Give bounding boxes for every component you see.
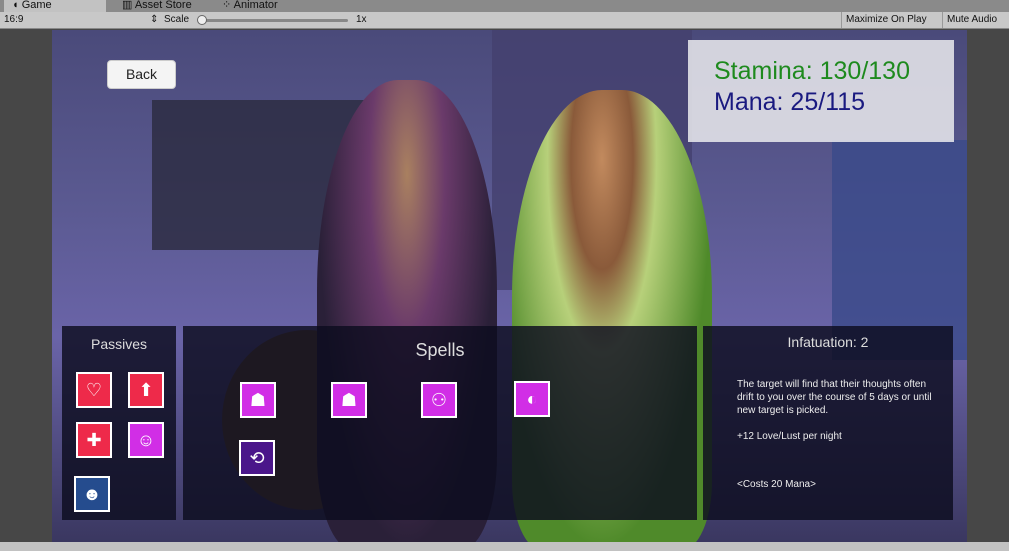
game-view: Stamina: 130/130 Mana: 25/115 Back Passi… (52, 30, 967, 542)
swap-people-icon[interactable]: ⟲ (239, 440, 275, 476)
arrow-up-icon[interactable]: ⬆ (128, 372, 164, 408)
spell-description: The target will find that their thoughts… (737, 379, 932, 416)
tab-game[interactable]: ◖ Game (4, 0, 106, 12)
couple-icon[interactable]: ⚇ (421, 382, 457, 418)
passives-panel: Passives ♡ ⬆ ✚ ☺ ☻ (62, 326, 176, 520)
love-person-icon[interactable]: ☗ (331, 382, 367, 418)
tab-animator[interactable]: ⁘ Animator (214, 0, 286, 12)
tab-asset-store[interactable]: ▥ Asset Store (114, 0, 200, 12)
editor-bottom-bar (0, 542, 1009, 551)
spells-panel: Spells ☗ ☗ ⚇ ◐ ⟲ (183, 326, 697, 520)
tab-label: Game (21, 0, 52, 11)
stats-box: Stamina: 130/130 Mana: 25/115 (688, 40, 954, 142)
stamina-text: Stamina: 130/130 (714, 57, 910, 85)
scale-slider-knob[interactable] (197, 15, 207, 25)
mana-text: Mana: 25/115 (714, 88, 866, 116)
spells-title: Spells (415, 340, 465, 360)
game-toolbar: 16:9 ⇕ Scale 1x Maximize On Play Mute Au… (0, 12, 1009, 29)
tab-label: Asset Store (134, 0, 192, 11)
passives-title: Passives (90, 336, 148, 352)
spell-info-panel: Infatuation: 2 The target will find that… (703, 326, 953, 520)
spell-info-title: Infatuation: 2 (787, 334, 869, 350)
wink-face-icon[interactable]: ☺ (128, 422, 164, 458)
scale-slider[interactable] (200, 19, 348, 22)
scale-label: Scale (164, 14, 190, 25)
maximize-on-play-toggle[interactable]: Maximize On Play (841, 12, 931, 28)
game-tab-icon: ◖ (12, 0, 22, 11)
infatuation-person-icon[interactable]: ☗ (240, 382, 276, 418)
heart-devil-icon[interactable]: ♡ (76, 372, 112, 408)
tab-label: Animator (233, 0, 278, 11)
cheer-person-icon[interactable]: ☻ (74, 476, 110, 512)
editor-tabs: ◖ Game ▥ Asset Store ⁘ Animator (0, 0, 1009, 12)
animator-icon: ⁘ (222, 0, 234, 11)
back-button[interactable]: Back (107, 60, 176, 89)
dropdown-arrow-icon: ⇕ (150, 14, 159, 25)
mute-audio-toggle[interactable]: Mute Audio (942, 12, 1001, 28)
spell-effect: +12 Love/Lust per night (737, 431, 842, 442)
scale-value: 1x (356, 14, 367, 25)
health-cross-icon[interactable]: ✚ (76, 422, 112, 458)
store-icon: ▥ (122, 0, 135, 11)
aspect-dropdown[interactable]: 16:9 (4, 14, 23, 25)
mirror-portrait-icon[interactable]: ◐ (514, 381, 550, 417)
spell-cost: <Costs 20 Mana> (737, 479, 816, 490)
